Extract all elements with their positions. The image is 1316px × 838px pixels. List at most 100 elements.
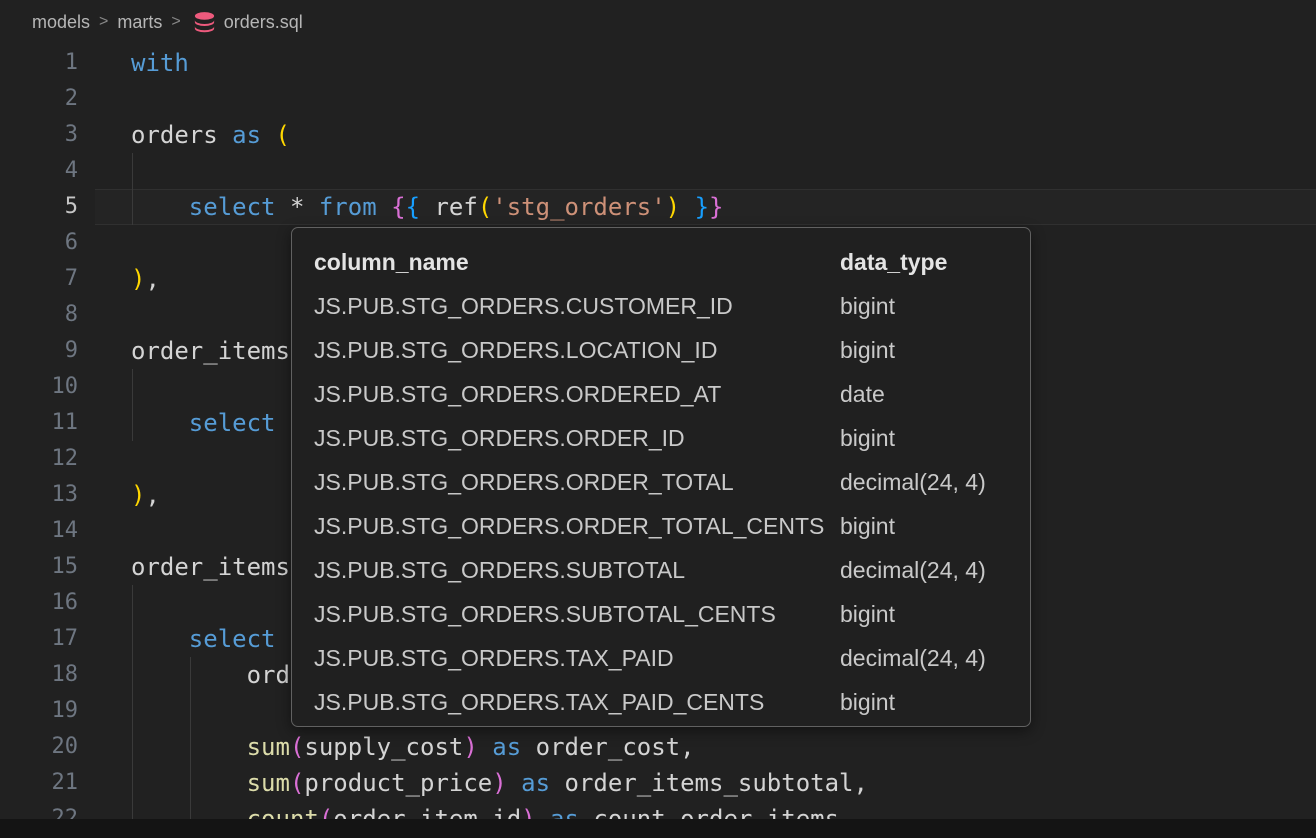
code-token: orders <box>131 121 218 149</box>
column-info-popup: column_name data_type JS.PUB.STG_ORDERS.… <box>291 227 1031 727</box>
popup-header-data-type: data_type <box>840 240 1008 284</box>
code-token <box>377 193 391 221</box>
data-type-cell: bigint <box>840 504 1008 548</box>
popup-row: JS.PUB.STG_ORDERS.TAX_PAIDdecimal(24, 4) <box>292 636 1030 680</box>
code-token: } <box>709 193 723 221</box>
data-type-cell: date <box>840 372 1008 416</box>
code-token: select <box>189 193 276 221</box>
popup-row: JS.PUB.STG_ORDERS.ORDER_IDbigint <box>292 416 1030 460</box>
data-type-cell: decimal(24, 4) <box>840 460 1008 504</box>
popup-row: JS.PUB.STG_ORDERS.SUBTOTALdecimal(24, 4) <box>292 548 1030 592</box>
code-token: as <box>232 121 261 149</box>
code-token <box>680 193 694 221</box>
code-token <box>131 625 189 653</box>
code-token: sum <box>247 733 290 761</box>
popup-row: JS.PUB.STG_ORDERS.LOCATION_IDbigint <box>292 328 1030 372</box>
code-line-5[interactable]: select * from {{ ref('stg_orders') }} <box>0 189 1316 225</box>
code-token <box>131 193 189 221</box>
code-token: ( <box>290 733 304 761</box>
code-token <box>261 121 275 149</box>
code-token: sum <box>247 769 290 797</box>
code-line-20[interactable]: sum(supply_cost) as order_cost, <box>0 729 1316 765</box>
code-token: from <box>319 193 377 221</box>
code-token: ref <box>434 193 477 221</box>
breadcrumb-item-file[interactable]: orders.sql <box>224 12 303 33</box>
database-icon <box>192 10 217 35</box>
code-token <box>218 121 232 149</box>
code-token <box>131 661 247 689</box>
code-token: , <box>680 733 694 761</box>
code-line-3[interactable]: orders as ( <box>0 117 1316 153</box>
code-token: order_items <box>131 337 290 365</box>
popup-row: JS.PUB.STG_ORDERS.TAX_PAID_CENTSbigint <box>292 680 1030 724</box>
code-token <box>131 733 247 761</box>
column-name-cell: JS.PUB.STG_ORDERS.ORDER_TOTAL_CENTS <box>314 504 840 548</box>
data-type-cell: bigint <box>840 416 1008 460</box>
data-type-cell: bigint <box>840 328 1008 372</box>
code-token: ( <box>276 121 290 149</box>
code-token: , <box>854 769 868 797</box>
column-name-cell: JS.PUB.STG_ORDERS.ORDERED_AT <box>314 372 840 416</box>
popup-rows: JS.PUB.STG_ORDERS.CUSTOMER_IDbigintJS.PU… <box>292 284 1030 724</box>
code-token <box>131 769 247 797</box>
code-token: ) <box>463 733 477 761</box>
code-token: supply_cost <box>304 733 463 761</box>
code-token: , <box>145 265 159 293</box>
popup-row: JS.PUB.STG_ORDERS.ORDER_TOTALdecimal(24,… <box>292 460 1030 504</box>
column-name-cell: JS.PUB.STG_ORDERS.SUBTOTAL <box>314 548 840 592</box>
code-token: product_price <box>304 769 492 797</box>
code-token <box>304 193 318 221</box>
code-token: order_items_subtotal <box>565 769 854 797</box>
code-token: ) <box>492 769 506 797</box>
code-token: , <box>145 481 159 509</box>
code-token: ) <box>131 481 145 509</box>
chevron-right-icon: > <box>171 13 180 31</box>
code-token <box>507 769 521 797</box>
chevron-right-icon: > <box>99 13 108 31</box>
code-token <box>521 733 535 761</box>
code-token: with <box>131 49 189 77</box>
code-token: } <box>695 193 709 221</box>
code-token: select <box>189 625 276 653</box>
data-type-cell: bigint <box>840 284 1008 328</box>
code-token: ord <box>247 661 290 689</box>
code-token <box>478 733 492 761</box>
column-name-cell: JS.PUB.STG_ORDERS.ORDER_TOTAL <box>314 460 840 504</box>
column-name-cell: JS.PUB.STG_ORDERS.ORDER_ID <box>314 416 840 460</box>
column-name-cell: JS.PUB.STG_ORDERS.TAX_PAID <box>314 636 840 680</box>
code-token <box>550 769 564 797</box>
code-line-21[interactable]: sum(product_price) as order_items_subtot… <box>0 765 1316 801</box>
data-type-cell: decimal(24, 4) <box>840 636 1008 680</box>
breadcrumb: models > marts > orders.sql <box>0 0 1316 45</box>
code-token: as <box>492 733 521 761</box>
code-token: ) <box>666 193 680 221</box>
code-token: { <box>391 193 405 221</box>
data-type-cell: bigint <box>840 680 1008 724</box>
column-name-cell: JS.PUB.STG_ORDERS.CUSTOMER_ID <box>314 284 840 328</box>
popup-header-column-name: column_name <box>314 240 840 284</box>
editor-bottom-edge <box>0 819 1316 838</box>
code-token: ( <box>290 769 304 797</box>
code-line-1[interactable]: with <box>0 45 1316 81</box>
code-token: ( <box>478 193 492 221</box>
popup-row: JS.PUB.STG_ORDERS.SUBTOTAL_CENTSbigint <box>292 592 1030 636</box>
popup-row: JS.PUB.STG_ORDERS.ORDER_TOTAL_CENTSbigin… <box>292 504 1030 548</box>
code-token: order_items <box>131 553 290 581</box>
column-name-cell: JS.PUB.STG_ORDERS.TAX_PAID_CENTS <box>314 680 840 724</box>
popup-row: JS.PUB.STG_ORDERS.CUSTOMER_IDbigint <box>292 284 1030 328</box>
breadcrumb-item-marts[interactable]: marts <box>117 12 162 33</box>
column-name-cell: JS.PUB.STG_ORDERS.SUBTOTAL_CENTS <box>314 592 840 636</box>
column-name-cell: JS.PUB.STG_ORDERS.LOCATION_ID <box>314 328 840 372</box>
popup-row: JS.PUB.STG_ORDERS.ORDERED_ATdate <box>292 372 1030 416</box>
code-token: order_cost <box>536 733 681 761</box>
code-token <box>276 193 290 221</box>
code-token: * <box>290 193 304 221</box>
data-type-cell: decimal(24, 4) <box>840 548 1008 592</box>
code-token <box>420 193 434 221</box>
code-line-2[interactable] <box>0 81 1316 117</box>
code-token: { <box>406 193 420 221</box>
breadcrumb-item-models[interactable]: models <box>32 12 90 33</box>
code-line-4[interactable] <box>0 153 1316 189</box>
code-token: ) <box>131 265 145 293</box>
popup-header-row: column_name data_type <box>292 240 1030 284</box>
